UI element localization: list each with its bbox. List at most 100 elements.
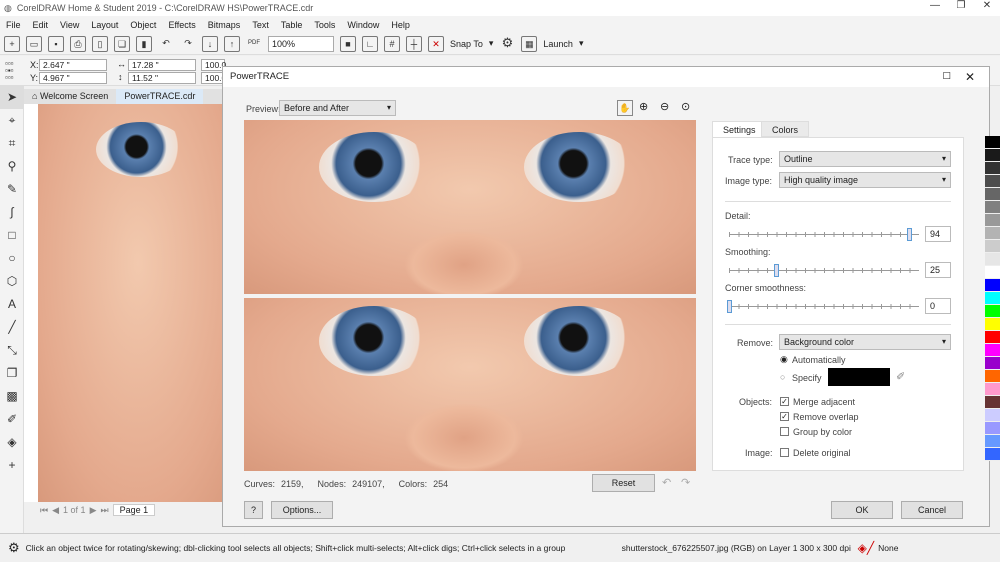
prev-page-icon[interactable]: ◀ <box>52 505 59 516</box>
launch-icon[interactable]: ▦ <box>521 36 537 52</box>
artistic-media-icon[interactable]: ∫ <box>0 201 24 224</box>
zoom-level-select[interactable]: 100% <box>268 36 334 52</box>
image-type-select[interactable]: High quality image <box>779 172 951 188</box>
export-icon[interactable]: ↑ <box>224 36 240 52</box>
help-button[interactable]: ? <box>244 501 263 519</box>
pdf-icon[interactable]: PDF <box>246 36 262 52</box>
grid-icon[interactable]: # <box>384 36 400 52</box>
palette-swatch[interactable] <box>985 279 1000 292</box>
width-field[interactable]: 17.28 " <box>128 59 196 71</box>
palette-swatch[interactable] <box>985 188 1000 201</box>
copy-icon[interactable]: ❏ <box>114 36 130 52</box>
launch-dropdown[interactable]: Launch <box>543 39 573 49</box>
snap-off-icon[interactable]: ✕ <box>428 36 444 52</box>
zoom-fit-icon[interactable]: ⊙ <box>681 100 690 113</box>
delete-original-checkbox[interactable] <box>780 448 789 457</box>
palette-swatch[interactable] <box>985 305 1000 318</box>
menu-view[interactable]: View <box>54 20 85 30</box>
palette-swatch[interactable] <box>985 240 1000 253</box>
trace-type-select[interactable]: Outline <box>779 151 951 167</box>
palette-swatch[interactable] <box>985 175 1000 188</box>
palette-swatch[interactable] <box>985 448 1000 461</box>
smoothing-input[interactable]: 25 <box>925 262 951 278</box>
height-field[interactable]: 11.52 " <box>128 72 196 84</box>
palette-swatch[interactable] <box>985 201 1000 214</box>
menu-edit[interactable]: Edit <box>27 20 55 30</box>
palette-swatch[interactable] <box>985 149 1000 162</box>
menu-file[interactable]: File <box>0 20 27 30</box>
zoom-in-icon[interactable]: ⊕ <box>639 100 648 113</box>
preview-before-image[interactable] <box>244 120 696 294</box>
options-button[interactable]: Options... <box>271 501 333 519</box>
polygon-tool-icon[interactable]: ⬡ <box>0 270 24 293</box>
snap-to-dropdown[interactable]: Snap To <box>450 39 483 49</box>
specify-color-swatch[interactable] <box>828 368 890 386</box>
ok-button[interactable]: OK <box>831 501 893 519</box>
fill-tool-icon[interactable]: ◈ <box>0 431 24 454</box>
palette-swatch[interactable] <box>985 409 1000 422</box>
shape-tool-icon[interactable]: ⌖ <box>0 109 24 132</box>
preview-select[interactable]: Before and After <box>279 100 396 116</box>
menu-layout[interactable]: Layout <box>85 20 124 30</box>
palette-swatch[interactable] <box>985 396 1000 409</box>
page-tab[interactable]: Page 1 <box>113 504 156 516</box>
text-tool-icon[interactable]: A <box>0 293 24 316</box>
merge-adjacent-checkbox[interactable]: ✓ <box>780 397 789 406</box>
tab-welcome-screen[interactable]: ⌂ Welcome Screen <box>24 89 116 104</box>
menu-tools[interactable]: Tools <box>308 20 341 30</box>
checker-tool-icon[interactable]: ▩ <box>0 385 24 408</box>
open-icon[interactable]: ▭ <box>26 36 42 52</box>
remove-overlap-checkbox[interactable]: ✓ <box>780 412 789 421</box>
redo-icon[interactable]: ↷ <box>180 36 196 52</box>
palette-swatch[interactable] <box>985 331 1000 344</box>
minimize-button[interactable]: — <box>922 0 948 11</box>
palette-swatch[interactable] <box>985 344 1000 357</box>
corner-smoothness-slider[interactable] <box>729 299 919 313</box>
transparency-tool-icon[interactable]: ❐ <box>0 362 24 385</box>
reset-button[interactable]: Reset <box>592 474 655 492</box>
full-screen-icon[interactable]: ■ <box>340 36 356 52</box>
undo-icon[interactable]: ↶ <box>662 476 671 489</box>
palette-swatch[interactable] <box>985 214 1000 227</box>
group-by-color-checkbox[interactable] <box>780 427 789 436</box>
restore-button[interactable]: ❐ <box>948 0 974 11</box>
palette-swatch[interactable] <box>985 435 1000 448</box>
tab-powertrace-cdr[interactable]: PowerTRACE.cdr <box>116 89 203 104</box>
paste-icon[interactable]: ▮ <box>136 36 152 52</box>
options-gear-icon[interactable]: ⚙ <box>499 36 515 52</box>
palette-swatch[interactable] <box>985 383 1000 396</box>
cut-icon[interactable]: ▯ <box>92 36 108 52</box>
pan-icon[interactable]: ✋ <box>617 100 633 116</box>
eyedropper-tool-icon[interactable]: ✐ <box>0 408 24 431</box>
new-document-icon[interactable]: + <box>4 36 20 52</box>
palette-swatch[interactable] <box>985 227 1000 240</box>
preview-after-image[interactable] <box>244 298 696 471</box>
smoothing-slider[interactable] <box>729 263 919 277</box>
tab-colors[interactable]: Colors <box>761 121 809 137</box>
last-page-icon[interactable]: ⏭ <box>100 505 108 516</box>
remove-select[interactable]: Background color <box>779 334 951 350</box>
y-position-field[interactable]: 4.967 " <box>39 72 107 84</box>
menu-window[interactable]: Window <box>341 20 385 30</box>
undo-icon[interactable]: ↶ <box>158 36 174 52</box>
rectangle-tool-icon[interactable]: □ <box>0 224 24 247</box>
palette-swatch[interactable] <box>985 162 1000 175</box>
next-page-icon[interactable]: ▶ <box>90 505 97 516</box>
palette-swatch[interactable] <box>985 422 1000 435</box>
pick-tool-icon[interactable]: ➤ <box>0 86 24 109</box>
crop-tool-icon[interactable]: ⌗ <box>0 132 24 155</box>
palette-swatch[interactable] <box>985 370 1000 383</box>
corner-smoothness-input[interactable]: 0 <box>925 298 951 314</box>
ellipse-tool-icon[interactable]: ○ <box>0 247 24 270</box>
palette-swatch[interactable] <box>985 318 1000 331</box>
palette-swatch[interactable] <box>985 266 1000 279</box>
dialog-close-icon[interactable]: ✕ <box>965 67 975 87</box>
specify-radio[interactable]: ○ <box>780 372 785 382</box>
guidelines-icon[interactable]: ┼ <box>406 36 422 52</box>
menu-help[interactable]: Help <box>385 20 416 30</box>
detail-input[interactable]: 94 <box>925 226 951 242</box>
maximize-icon[interactable]: ☐ <box>942 67 951 87</box>
automatically-radio[interactable]: ◉ <box>780 354 788 365</box>
print-icon[interactable]: ⎙ <box>70 36 86 52</box>
drawing-canvas[interactable] <box>24 104 222 502</box>
